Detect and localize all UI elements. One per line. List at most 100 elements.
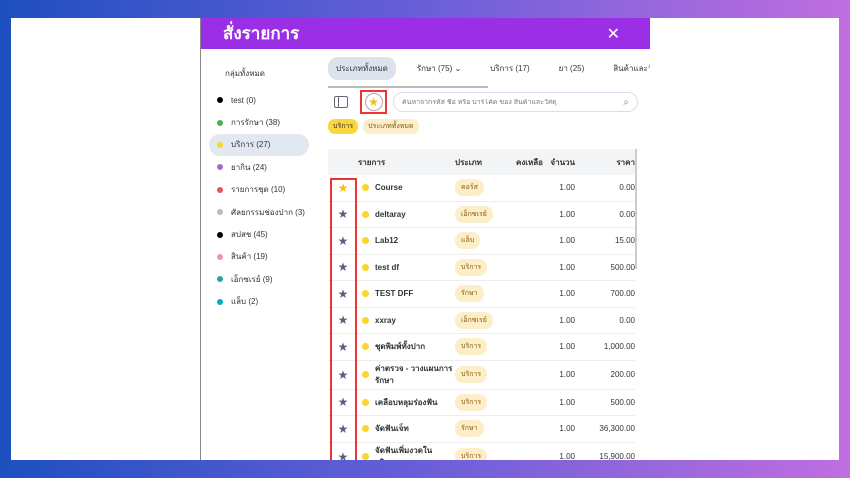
header-type: ประเภท [455,157,482,167]
chevron-down-icon: ⌄ [454,63,462,73]
group-color-dot [217,186,223,193]
tab-products[interactable]: สินค้าและวัสดุ (22) [605,57,650,80]
table-row[interactable]: ★ xxray เอ็กซเรย์ 1.00 0.00 [328,308,635,334]
group-color-dot [362,237,369,245]
group-label: สปสช (45) [231,230,268,240]
table-row[interactable]: ★ เคลือบหลุมร่องฟัน บริการ 1.00 500.00 [328,390,635,416]
type-badge: รักษา [455,285,484,303]
close-icon[interactable]: ✕ [607,24,620,44]
sidebar-group-item[interactable]: สินค้า (19) [209,246,309,268]
favorite-star-icon[interactable]: ★ [338,234,349,248]
group-color-dot [217,231,223,238]
favorite-star-icon[interactable]: ★ [338,368,349,382]
sidebar-group-item[interactable]: ยากิน (24) [209,156,309,178]
group-color-dot [217,164,223,171]
favorite-star-icon[interactable]: ★ [338,450,349,461]
chip-all-types[interactable]: ประเภททั้งหมด [363,119,419,134]
all-groups-label[interactable]: กลุ่มทั้งหมด [201,49,319,89]
favorite-star-icon[interactable]: ★ [338,260,349,274]
group-color-dot [362,290,369,298]
item-name: Lab12 [375,236,399,246]
favorite-star-icon[interactable]: ★ [338,340,349,354]
table-row[interactable]: ★ TEST DFF รักษา 1.00 700.00 [328,281,635,308]
search-input[interactable] [402,98,624,106]
group-color-dot [362,184,369,192]
group-color-dot [217,276,223,283]
sidebar-group-item[interactable]: แล็บ (2) [209,291,309,313]
header-price: ราคา [616,157,635,167]
star-icon: ★ [364,93,383,111]
favorite-star-icon[interactable]: ★ [338,287,349,301]
tab-service[interactable]: บริการ (17) [482,57,537,80]
favorite-star-icon[interactable]: ★ [338,422,349,436]
sidebar-group-item[interactable]: การรักษา (38) [209,111,309,133]
table-row[interactable]: ★ test df บริการ 1.00 500.00 [328,255,635,281]
item-name: TEST DFF [375,289,414,299]
dialog-header: สั่งรายการ ✕ [201,18,650,49]
group-label: test (0) [231,95,256,105]
group-label: เอ็กซเรย์ (9) [231,274,273,284]
tab-treatment[interactable]: รักษา (75) ⌄ [409,57,469,80]
item-quantity: 1.00 [559,424,575,434]
item-quantity: 1.00 [559,315,575,325]
table-row[interactable]: ★ Course คอร์ส 1.00 0.00 [328,175,635,202]
sidebar-group-item[interactable]: เอ็กซเรย์ (9) [209,268,309,290]
item-quantity: 1.00 [559,342,575,352]
table-row[interactable]: ★ deltaray เอ็กซเรย์ 1.00 0.00 [328,202,635,228]
item-quantity: 1.00 [559,183,575,193]
sidebar-group-item[interactable]: สปสช (45) [209,223,309,245]
sidebar-group-item[interactable]: รายการชุด (10) [209,179,309,201]
type-badge: รักษา [455,420,484,438]
table-header: รายการ ประเภท คงเหลือ จำนวน ราคา [328,149,635,175]
type-badge: แล็บ [455,232,481,250]
tab-label: รักษา (75) [416,63,453,73]
type-badge: บริการ [455,393,488,411]
tab-all[interactable]: ประเภททั้งหมด [328,56,396,80]
item-name: ค่าตรวจ - วางแผนการรักษา [375,364,453,385]
favorite-star-icon[interactable]: ★ [338,181,349,195]
favorite-star-icon[interactable]: ★ [338,395,349,409]
sidebar-group-item[interactable]: ศัลยกรรมช่องปาก (3) [209,201,309,223]
favorite-star-icon[interactable]: ★ [338,313,349,327]
group-label: บริการ (27) [231,140,271,150]
item-quantity: 1.00 [559,397,575,407]
type-badge: เอ็กซเรย์ [455,311,493,329]
table-row[interactable]: ★ Lab12 แล็บ 1.00 15.00 [328,228,635,255]
type-badge: คอร์ส [455,179,484,197]
item-price: 500.00 [610,397,635,407]
item-quantity: 1.00 [559,452,575,460]
table-row[interactable]: ★ จัดฟันเจ็ท รักษา 1.00 36,300.00 [328,416,635,443]
search-icon[interactable]: ⌕ [623,97,629,108]
item-name: test df [375,262,399,272]
main-panel: ประเภททั้งหมด รักษา (75) ⌄ บริการ (17) ย… [328,49,650,461]
table-row[interactable]: ★ ค่าตรวจ - วางแผนการรักษา บริการ 1.00 2… [328,361,635,390]
group-color-dot [362,316,369,324]
group-color-dot [362,343,369,351]
tab-scrollbar[interactable] [328,86,488,88]
table-row[interactable]: ★ ชุดพิมพ์ทั้งปาก บริการ 1.00 1,000.00 [328,334,635,361]
group-label: แล็บ (2) [231,297,259,307]
item-price: 15,900.00 [599,452,635,460]
table-row[interactable]: ★ จัดฟันเพิ่มงวดในบริการ บริการ 1.00 15,… [328,443,635,461]
chip-service[interactable]: บริการ [328,119,359,134]
item-quantity: 1.00 [559,262,575,272]
tab-drug[interactable]: ยา (25) [551,57,593,80]
sidebar-group-item[interactable]: test (0) [209,89,309,111]
favorite-filter-button[interactable]: ★ [360,90,387,114]
favorite-star-icon[interactable]: ★ [338,207,349,221]
sidebar-toggle-icon[interactable] [334,96,348,108]
item-name: เคลือบหลุมร่องฟัน [375,397,438,407]
search-box: ⌕ [393,92,638,112]
item-name: จัดฟันเพิ่มงวดในบริการ [375,446,433,460]
item-price: 200.00 [610,370,635,379]
table-scrollbar[interactable] [635,149,637,269]
item-quantity: 1.00 [559,236,575,246]
sidebar-group-item[interactable]: บริการ (27) [209,133,309,157]
dialog-title: สั่งรายการ [223,24,300,43]
filter-chips: บริการ ประเภททั้งหมด [328,119,638,134]
header-quantity: จำนวน [550,157,575,167]
header-item: รายการ [358,157,386,167]
type-badge: บริการ [455,258,488,276]
group-label: การรักษา (38) [231,118,280,128]
order-dialog: สั่งรายการ ✕ กลุ่มทั้งหมด test (0) การรัก… [200,18,650,460]
